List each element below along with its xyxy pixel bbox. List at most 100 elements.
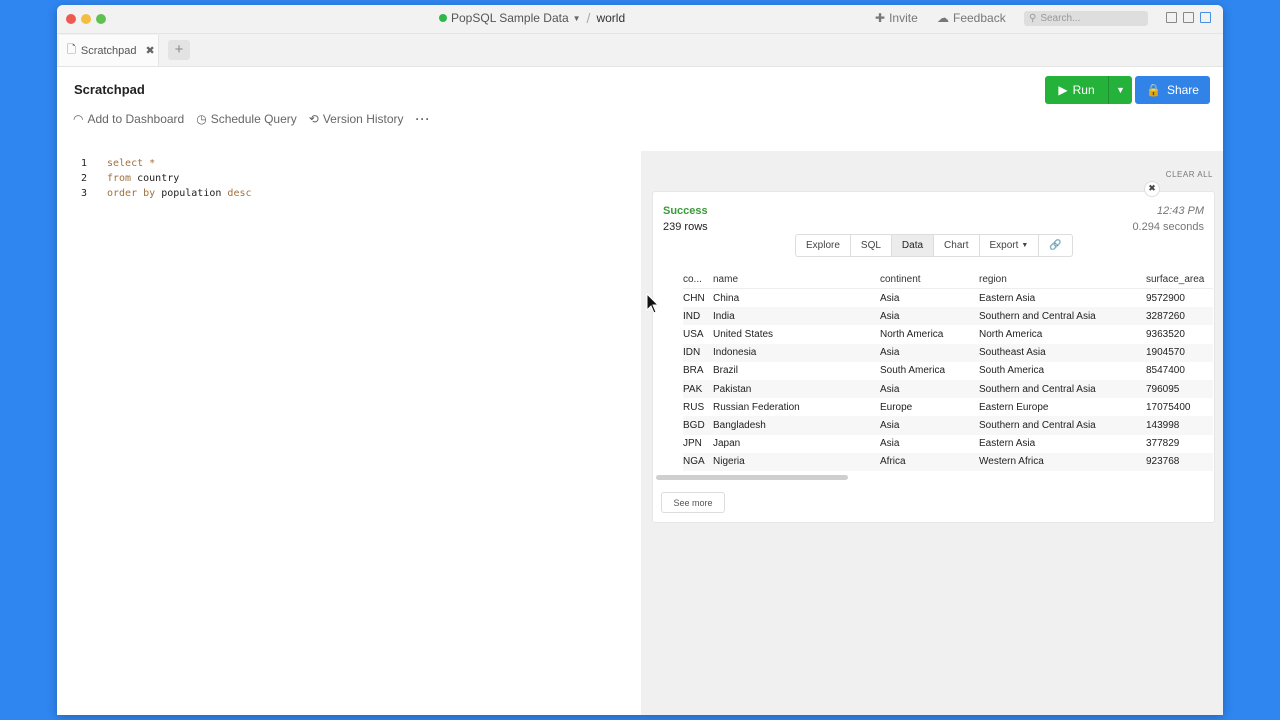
table-cell: Asia — [880, 438, 900, 450]
document-icon: 🗋 — [67, 44, 76, 56]
sql-identifier: country — [137, 173, 180, 184]
layout-left-icon[interactable] — [1166, 12, 1177, 23]
table-cell: 377829 — [1146, 438, 1180, 450]
connection-name: PopSQL Sample Data — [451, 11, 569, 25]
run-button-group: ▶ Run ▼ — [1045, 76, 1132, 104]
table-cell: NGA — [683, 456, 705, 468]
search-placeholder: Search... — [1040, 13, 1081, 24]
close-tab-icon[interactable]: ✖ — [146, 44, 155, 57]
table-row[interactable]: USA United States North America North Ameri… — [683, 325, 1213, 343]
table-cell: Western Africa — [979, 456, 1044, 468]
table-cell: PAK — [683, 383, 703, 395]
add-to-dashboard-button[interactable]: ◠ Add to Dashboard — [73, 112, 184, 126]
results-pane: CLEAR ALL Success 239 rows 12:43 PM 0.29… — [641, 151, 1223, 715]
close-result-icon[interactable]: ✖ — [1144, 181, 1160, 197]
table-cell: BRA — [683, 365, 704, 377]
table-cell: South America — [979, 365, 1045, 377]
tab-export[interactable]: Export ▼ — [980, 235, 1040, 256]
table-cell: Europe — [880, 401, 913, 413]
column-header[interactable]: region — [979, 274, 1146, 285]
share-button[interactable]: 🔒 Share — [1135, 76, 1210, 104]
close-window-button[interactable] — [66, 14, 76, 24]
run-options-dropdown[interactable]: ▼ — [1108, 76, 1132, 104]
connection-selector[interactable]: PopSQL Sample Data ▼ / world — [439, 10, 625, 26]
tab-explore[interactable]: Explore — [796, 235, 851, 256]
feedback-label: Feedback — [953, 11, 1006, 25]
table-cell: Indonesia — [713, 347, 757, 359]
results-table: co... name continent region surface_area… — [683, 270, 1213, 471]
maximize-window-button[interactable] — [96, 14, 106, 24]
tab-sql[interactable]: SQL — [851, 235, 892, 256]
table-cell: IDN — [683, 347, 701, 359]
column-header[interactable]: name — [713, 274, 880, 285]
table-cell: South America — [880, 365, 946, 377]
editor-line[interactable]: 2 from country — [57, 173, 179, 188]
table-row[interactable]: NGA Nigeria Africa Western Africa 923768 — [683, 452, 1213, 471]
share-label: Share — [1166, 83, 1199, 97]
table-row[interactable]: BRA Brazil South America South America 85474… — [683, 362, 1213, 380]
dashboard-icon: ◠ — [73, 112, 84, 126]
line-number: 1 — [80, 158, 87, 169]
editor-line[interactable]: 1 select * — [57, 158, 155, 173]
code-text: from country — [107, 173, 179, 188]
run-button[interactable]: ▶ Run — [1045, 76, 1108, 104]
table-cell: Southern and Central Asia — [979, 383, 1096, 395]
table-cell: IND — [683, 310, 701, 322]
table-row[interactable]: IDN Indonesia Asia Southeast Asia 1904570 — [683, 343, 1213, 362]
see-more-button[interactable]: See more — [661, 492, 725, 513]
schedule-query-button[interactable]: ◷ Schedule Query — [196, 112, 297, 126]
table-cell: Eastern Europe — [979, 401, 1049, 413]
column-header[interactable]: surface_area — [1146, 274, 1213, 285]
clear-all-button[interactable]: CLEAR ALL — [1166, 170, 1213, 179]
plus-icon: ✚ — [875, 11, 886, 25]
tab-data[interactable]: Data — [891, 235, 935, 256]
table-cell: Brazil — [713, 365, 739, 377]
tab-chart[interactable]: Chart — [934, 235, 980, 256]
invite-button[interactable]: ✚ Invite — [875, 11, 918, 25]
minimize-window-button[interactable] — [81, 14, 91, 24]
result-view-tabs: Explore SQL Data Chart Export ▼ 🔗 — [795, 234, 1073, 257]
table-row[interactable]: JPN Japan Asia Eastern Asia 377829 — [683, 435, 1213, 453]
tab-scratchpad[interactable]: 🗋 Scratchpad ✖ — [59, 35, 159, 66]
database-name[interactable]: world — [596, 11, 625, 25]
column-header[interactable]: continent — [880, 274, 979, 285]
table-cell: Asia — [880, 310, 900, 322]
feedback-button[interactable]: ☁ Feedback — [937, 11, 1006, 25]
table-row[interactable]: CHN China Asia Eastern Asia 9572900 — [683, 289, 1213, 307]
sql-identifier: population — [161, 188, 222, 199]
version-history-button[interactable]: ⟲ Version History — [309, 112, 404, 126]
separator: / — [586, 10, 591, 26]
table-cell: India — [713, 310, 735, 322]
search-input[interactable]: ⚲ Search... — [1024, 11, 1148, 26]
layout-split-icon[interactable] — [1183, 12, 1194, 23]
table-row[interactable]: IND India Asia Southern and Central Asia 328… — [683, 307, 1213, 326]
play-icon: ▶ — [1058, 83, 1068, 97]
layout-right-icon[interactable] — [1200, 12, 1211, 23]
horizontal-scrollbar[interactable] — [656, 475, 848, 480]
table-cell: Asia — [880, 383, 900, 395]
chevron-down-icon: ▼ — [572, 13, 581, 23]
run-label: Run — [1072, 83, 1095, 97]
table-cell: Asia — [880, 292, 900, 304]
run-time: 12:43 PM — [1156, 205, 1204, 217]
table-cell: 8547400 — [1146, 365, 1185, 377]
table-row[interactable]: RUS Russian Federation Europe Eastern Europ… — [683, 398, 1213, 416]
more-options-icon[interactable]: ··· — [416, 112, 431, 126]
editor-line[interactable]: 3 order by population desc — [57, 188, 252, 203]
chat-icon: ☁ — [937, 11, 949, 25]
table-cell: Nigeria — [713, 456, 745, 468]
title-bar: PopSQL Sample Data ▼ / world ✚ Invite ☁ … — [57, 5, 1223, 34]
table-cell: 923768 — [1146, 456, 1180, 468]
add-to-dashboard-label: Add to Dashboard — [87, 112, 185, 126]
code-text: order by population desc — [107, 188, 252, 203]
column-header[interactable]: co... — [683, 274, 713, 285]
schedule-query-label: Schedule Query — [210, 112, 297, 126]
new-tab-button[interactable]: + — [168, 40, 190, 60]
table-row[interactable]: PAK Pakistan Asia Southern and Central Asia… — [683, 379, 1213, 399]
table-cell: 17075400 — [1146, 401, 1191, 413]
table-row[interactable]: BGD Bangladesh Asia Southern and Central As… — [683, 416, 1213, 435]
link-icon[interactable]: 🔗 — [1039, 235, 1071, 256]
sql-editor[interactable]: 1 select * 2 from country 3 order by populati… — [57, 150, 640, 715]
result-card: Success 239 rows 12:43 PM 0.294 seconds … — [652, 191, 1215, 523]
table-cell: Pakistan — [713, 383, 752, 395]
